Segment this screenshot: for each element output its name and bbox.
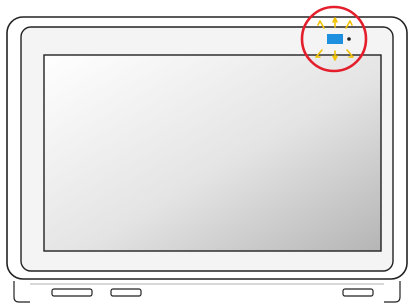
monitor-illustration [6, 5, 408, 303]
camera-indicator-led [327, 34, 343, 44]
display-screen [43, 54, 382, 252]
bottom-feet [13, 281, 401, 303]
indicator-dot [347, 37, 351, 41]
foot-left [51, 288, 93, 297]
foot-right [342, 288, 374, 297]
base-edge-right [384, 281, 401, 303]
foot-center [110, 288, 142, 297]
base-edge-left [13, 281, 30, 303]
